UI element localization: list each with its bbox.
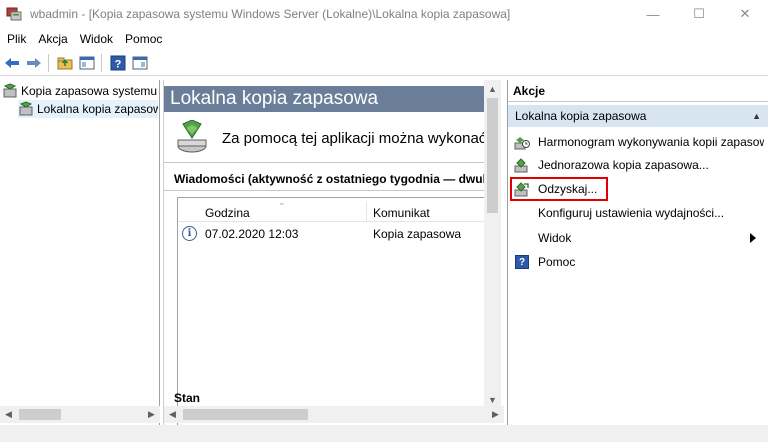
forward-icon[interactable] bbox=[24, 53, 44, 73]
menu-bar: Plik Akcja Widok Pomoc bbox=[0, 28, 768, 50]
console-tree-pane: Kopia zapasowa systemu Windows Server (L… bbox=[0, 80, 160, 425]
results-horizontal-scrollbar[interactable]: ◀ ▶ bbox=[164, 406, 504, 423]
scroll-up-icon[interactable]: ▲ bbox=[484, 80, 501, 97]
show-hide-action-pane-icon[interactable] bbox=[130, 53, 150, 73]
submenu-arrow-icon bbox=[750, 233, 756, 243]
action-configure-performance[interactable]: Konfiguruj ustawienia wydajności... bbox=[514, 203, 764, 223]
actions-subheader[interactable]: Lokalna kopia zapasowa ▲ bbox=[508, 105, 768, 127]
back-icon[interactable] bbox=[2, 53, 22, 73]
page-title: Lokalna kopia zapasowa bbox=[164, 86, 484, 112]
help-icon: ? bbox=[514, 254, 530, 270]
menu-widok[interactable]: Widok bbox=[74, 32, 119, 46]
tree-item-windows-server-backup[interactable]: Kopia zapasowa systemu Windows Server (L… bbox=[2, 82, 158, 100]
table-row[interactable]: i 07.02.2020 12:03 Kopia zapasowa bbox=[178, 224, 485, 244]
column-header-godzina[interactable]: Godzina bbox=[205, 206, 250, 220]
backup-large-icon bbox=[174, 119, 210, 156]
intro-section: Za pomocą tej aplikacji można wykonać bbox=[174, 118, 484, 158]
toolbar: ? bbox=[0, 50, 768, 76]
show-hide-tree-icon[interactable] bbox=[77, 53, 97, 73]
backup-icon bbox=[18, 101, 34, 117]
intro-text: Za pomocą tej aplikacji można wykonać bbox=[222, 129, 484, 147]
list-header: ⌄ Godzina Komunikat bbox=[178, 197, 485, 222]
scroll-right-icon[interactable]: ▶ bbox=[143, 406, 160, 423]
status-section-title[interactable]: Stan bbox=[174, 391, 200, 405]
info-icon: i bbox=[182, 226, 197, 241]
scroll-thumb[interactable] bbox=[19, 409, 61, 420]
column-header-komunikat[interactable]: Komunikat bbox=[373, 206, 430, 220]
action-schedule-backup[interactable]: Harmonogram wykonywania kopii zapasowej.… bbox=[514, 132, 764, 152]
menu-akcja[interactable]: Akcja bbox=[32, 32, 73, 46]
backup-icon bbox=[2, 83, 18, 99]
results-pane: Lokalna kopia zapasowa Za pomocą tej apl… bbox=[163, 80, 504, 430]
close-button[interactable]: ✕ bbox=[722, 0, 768, 28]
status-bar bbox=[0, 425, 768, 442]
divider bbox=[164, 190, 484, 191]
minimize-button[interactable]: — bbox=[630, 0, 676, 28]
column-separator[interactable] bbox=[366, 201, 367, 221]
title-bar: wbadmin - [Kopia zapasowa systemu Window… bbox=[0, 0, 768, 28]
blank-icon bbox=[514, 230, 530, 246]
results-vertical-scrollbar[interactable]: ▲ ▼ bbox=[484, 80, 501, 408]
messages-list[interactable]: ⌄ Godzina Komunikat i 07.02.2020 12:03 K… bbox=[177, 197, 485, 430]
svg-text:?: ? bbox=[115, 58, 122, 70]
action-help[interactable]: ? Pomoc bbox=[514, 252, 764, 272]
divider bbox=[164, 162, 484, 163]
messages-section-title[interactable]: Wiadomości (aktywność z ostatniego tygod… bbox=[174, 172, 486, 186]
actions-subheader-label: Lokalna kopia zapasowa bbox=[515, 109, 647, 123]
action-label: Harmonogram wykonywania kopii zapasowej.… bbox=[538, 135, 764, 149]
menu-pomoc[interactable]: Pomoc bbox=[119, 32, 168, 46]
wbadmin-app-icon[interactable] bbox=[6, 6, 22, 22]
cell-message: Kopia zapasowa bbox=[373, 227, 462, 241]
blank-icon bbox=[514, 205, 530, 221]
scroll-thumb[interactable] bbox=[487, 98, 498, 213]
toolbar-separator bbox=[101, 53, 102, 72]
scroll-left-icon[interactable]: ◀ bbox=[0, 406, 17, 423]
scroll-right-icon[interactable]: ▶ bbox=[487, 406, 504, 423]
tree-horizontal-scrollbar[interactable]: ◀ ▶ bbox=[0, 406, 160, 423]
action-label: Pomoc bbox=[538, 255, 576, 269]
toolbar-separator bbox=[48, 53, 49, 72]
tree-root-label: Kopia zapasowa systemu Windows Server (L… bbox=[21, 84, 158, 98]
action-backup-once[interactable]: Jednorazowa kopia zapasowa... bbox=[514, 155, 764, 175]
collapse-up-icon[interactable]: ▲ bbox=[752, 105, 761, 127]
folder-up-icon[interactable] bbox=[55, 53, 75, 73]
window-title: wbadmin - [Kopia zapasowa systemu Window… bbox=[30, 7, 511, 21]
actions-header: Akcje bbox=[508, 80, 768, 102]
action-view[interactable]: Widok bbox=[514, 228, 764, 248]
cell-time: 07.02.2020 12:03 bbox=[205, 227, 299, 241]
tree-item-local-backup[interactable]: Lokalna kopia zapasowa bbox=[18, 100, 158, 118]
scroll-thumb[interactable] bbox=[183, 409, 308, 420]
action-label: Jednorazowa kopia zapasowa... bbox=[538, 158, 709, 172]
tree-child-label: Lokalna kopia zapasowa bbox=[37, 102, 158, 116]
action-label: Konfiguruj ustawienia wydajności... bbox=[538, 206, 725, 220]
schedule-backup-icon bbox=[514, 134, 530, 150]
backup-once-icon bbox=[514, 157, 530, 173]
help-icon[interactable]: ? bbox=[108, 53, 128, 73]
recover-highlight-box bbox=[510, 177, 608, 201]
scroll-left-icon[interactable]: ◀ bbox=[164, 406, 181, 423]
maximize-button[interactable]: ☐ bbox=[676, 0, 722, 28]
sort-caret-icon: ⌄ bbox=[278, 197, 286, 207]
actions-pane: Akcje Lokalna kopia zapasowa ▲ Harmonogr… bbox=[507, 80, 768, 425]
menu-plik[interactable]: Plik bbox=[1, 32, 32, 46]
action-label: Widok bbox=[538, 231, 572, 245]
